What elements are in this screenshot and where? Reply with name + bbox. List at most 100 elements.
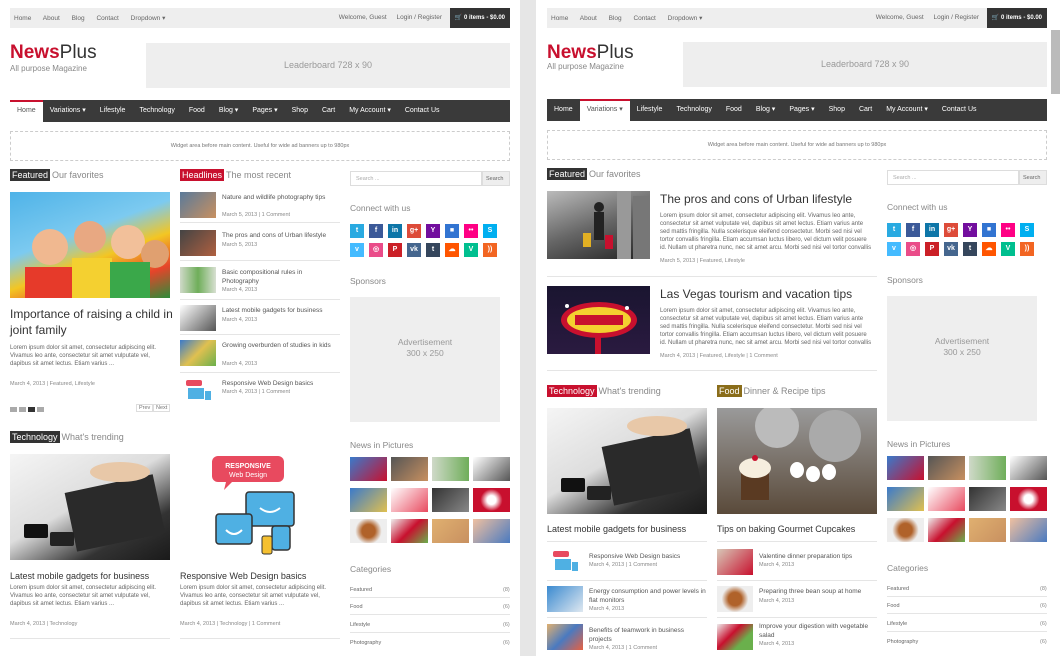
news-picture-thumb[interactable]: [350, 519, 387, 543]
category-photography[interactable]: Photography: [350, 640, 381, 646]
news-picture-thumb[interactable]: [969, 456, 1006, 480]
linkedin-icon[interactable]: in: [388, 224, 402, 238]
featured-post-title[interactable]: Importance of raising a child in joint f…: [10, 306, 175, 338]
slider-next[interactable]: Next: [153, 404, 171, 412]
site-logo[interactable]: NewsPlus: [10, 42, 97, 64]
news-picture-thumb[interactable]: [473, 457, 510, 481]
leaderboard-ad[interactable]: Leaderboard 728 x 90: [146, 43, 510, 88]
category-featured[interactable]: Featured: [350, 587, 372, 593]
yahoo-icon[interactable]: Y: [963, 223, 977, 237]
delicious-icon[interactable]: ■: [982, 223, 996, 237]
nav-food[interactable]: Food: [719, 99, 749, 121]
nav-blog[interactable]: Blog ▾: [749, 99, 782, 121]
site-logo[interactable]: NewsPlus: [547, 42, 634, 64]
nav-variations[interactable]: Variations ▾: [579, 99, 630, 121]
food-list-title-3[interactable]: Improve your digestion with vegetable sa…: [759, 622, 877, 640]
top-link-about[interactable]: About: [43, 15, 60, 22]
news-picture-thumb[interactable]: [432, 488, 469, 512]
headline-title-4[interactable]: Latest mobile gadgets for business: [222, 306, 342, 315]
sponsor-ad[interactable]: Advertisement 300 x 250: [350, 297, 500, 422]
search-button[interactable]: Search: [1019, 170, 1047, 185]
news-picture-thumb[interactable]: [432, 519, 469, 543]
headline-title-5[interactable]: Growing overburden of studies in kids: [222, 341, 340, 350]
facebook-icon[interactable]: f: [906, 223, 920, 237]
nav-technology[interactable]: Technology: [669, 99, 718, 121]
nav-pages[interactable]: Pages ▾: [245, 100, 284, 122]
login-link[interactable]: Login / Register: [933, 14, 979, 21]
delicious-icon[interactable]: ■: [445, 224, 459, 238]
headline-thumb-6[interactable]: [180, 378, 216, 404]
news-picture-thumb[interactable]: [928, 487, 965, 511]
search-input[interactable]: Search ...: [350, 171, 482, 186]
tech-list-title-1[interactable]: Responsive Web Design basics: [589, 552, 707, 561]
slider-prev[interactable]: Prev: [136, 404, 154, 412]
nav-technology[interactable]: Technology: [132, 100, 181, 122]
sponsor-ad[interactable]: Advertisement 300 x 250: [887, 296, 1037, 421]
news-picture-thumb[interactable]: [928, 518, 965, 542]
rss-icon[interactable]: )): [483, 243, 497, 257]
tech-list-thumb-2[interactable]: [547, 586, 583, 612]
news-picture-thumb[interactable]: [391, 488, 428, 512]
nav-contact[interactable]: Contact Us: [935, 99, 984, 121]
tech-list-thumb-1[interactable]: [547, 549, 583, 575]
food-list-thumb-2[interactable]: [717, 586, 753, 612]
nav-home[interactable]: Home: [547, 99, 580, 121]
top-link-home[interactable]: Home: [551, 15, 568, 22]
headline-title-3[interactable]: Basic compositional rules in Photography: [222, 268, 337, 286]
search-input[interactable]: Search ...: [887, 170, 1019, 185]
food-list-thumb-3[interactable]: [717, 624, 753, 650]
nav-my-account[interactable]: My Account ▾: [342, 100, 398, 122]
food-list-title-1[interactable]: Valentine dinner preparation tips: [759, 552, 877, 561]
cart-button[interactable]: 🛒 0 items - $0.00: [986, 8, 1047, 28]
news-picture-thumb[interactable]: [887, 518, 924, 542]
news-picture-thumb[interactable]: [473, 488, 510, 512]
slider-dot-2[interactable]: [19, 407, 26, 412]
news-picture-thumb[interactable]: [350, 488, 387, 512]
dribbble-icon[interactable]: ◎: [369, 243, 383, 257]
nav-home[interactable]: Home: [10, 100, 43, 122]
nav-contact[interactable]: Contact Us: [398, 100, 447, 122]
tech-post-title-1[interactable]: Latest mobile gadgets for business: [10, 568, 175, 584]
category-food[interactable]: Food: [350, 604, 363, 610]
news-picture-thumb[interactable]: [969, 518, 1006, 542]
search-button[interactable]: Search: [482, 171, 510, 186]
headline-title-2[interactable]: The pros and cons of Urban lifestyle: [222, 231, 342, 240]
tech-main-title[interactable]: Latest mobile gadgets for business: [547, 521, 712, 537]
food-main-title[interactable]: Tips on baking Gourmet Cupcakes: [717, 521, 882, 537]
headline-thumb-1[interactable]: [180, 192, 216, 218]
nav-pages[interactable]: Pages ▾: [782, 99, 821, 121]
tumblr-icon[interactable]: t: [963, 242, 977, 256]
login-link[interactable]: Login / Register: [396, 14, 442, 21]
tech-post-title-2[interactable]: Responsive Web Design basics: [180, 568, 345, 584]
flickr-icon[interactable]: ••: [1001, 223, 1015, 237]
nav-cart[interactable]: Cart: [852, 99, 879, 121]
nav-food[interactable]: Food: [182, 100, 212, 122]
tech-list-title-2[interactable]: Energy consumption and power levels in f…: [589, 587, 707, 605]
vk-icon[interactable]: vk: [407, 243, 421, 257]
category-photography[interactable]: Photography: [887, 639, 918, 645]
food-image-cupcakes[interactable]: [717, 408, 877, 514]
skype-icon[interactable]: S: [1020, 223, 1034, 237]
vk-icon[interactable]: vk: [944, 242, 958, 256]
soundcloud-icon[interactable]: ☁: [445, 243, 459, 257]
slider-dot-1[interactable]: [10, 407, 17, 412]
skype-icon[interactable]: S: [483, 224, 497, 238]
tech-image-gadgets[interactable]: [10, 454, 170, 560]
slider-dot-4[interactable]: [37, 407, 44, 412]
tumblr-icon[interactable]: t: [426, 243, 440, 257]
news-picture-thumb[interactable]: [473, 519, 510, 543]
headline-thumb-2[interactable]: [180, 230, 216, 256]
vimeo-icon[interactable]: v: [350, 243, 364, 257]
featured-image-children[interactable]: [10, 192, 170, 298]
category-lifestyle[interactable]: Lifestyle: [350, 622, 370, 628]
soundcloud-icon[interactable]: ☁: [982, 242, 996, 256]
linkedin-icon[interactable]: in: [925, 223, 939, 237]
headline-thumb-4[interactable]: [180, 305, 216, 331]
yahoo-icon[interactable]: Y: [426, 224, 440, 238]
googleplus-icon[interactable]: g+: [407, 224, 421, 238]
news-picture-thumb[interactable]: [432, 457, 469, 481]
vine-icon[interactable]: V: [1001, 242, 1015, 256]
food-list-title-2[interactable]: Preparing three bean soup at home: [759, 587, 879, 596]
headline-title-1[interactable]: Nature and wildlife photography tips: [222, 193, 337, 202]
news-picture-thumb[interactable]: [1010, 487, 1047, 511]
